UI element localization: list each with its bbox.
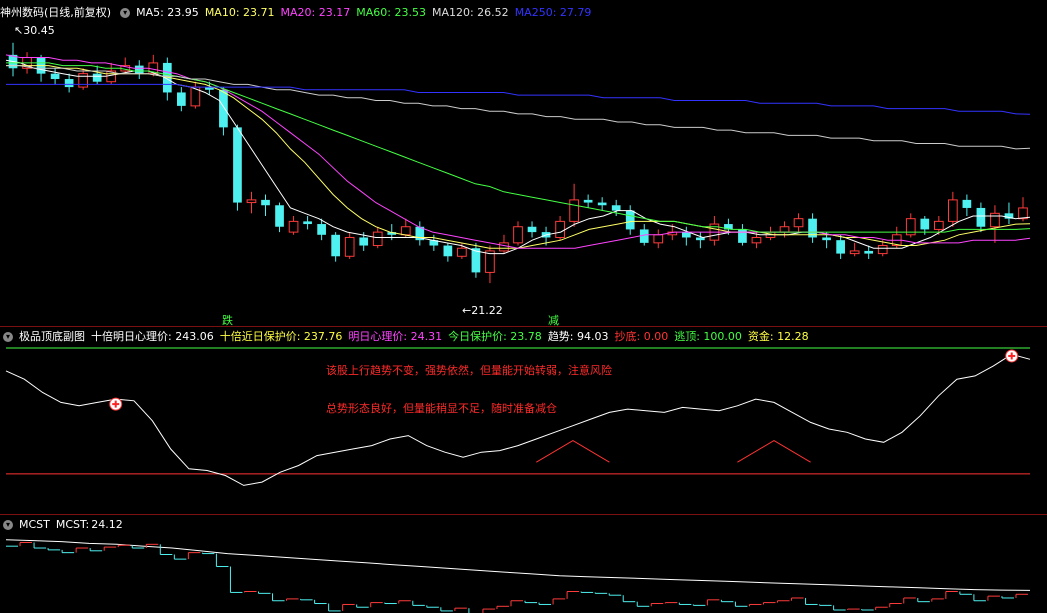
signal-spike <box>737 440 811 463</box>
candle-body <box>597 202 607 206</box>
candle-body <box>527 226 537 233</box>
candle-body <box>443 245 453 257</box>
candle-body <box>485 250 495 273</box>
high-price-label: ↖30.45 <box>14 24 55 37</box>
candle-body <box>359 237 369 246</box>
candle-body <box>400 226 411 236</box>
candle-body <box>78 73 88 88</box>
candle-body <box>303 221 312 225</box>
candle-body <box>751 236 762 244</box>
candle-body <box>583 199 593 203</box>
candle-body <box>275 205 284 227</box>
ma-line <box>6 62 1031 233</box>
candle-body <box>836 240 845 254</box>
candle-body <box>849 250 860 255</box>
candle-body <box>134 65 144 74</box>
ma-line <box>6 83 1031 115</box>
candle-body <box>513 226 523 244</box>
candle-body <box>653 234 664 244</box>
candle-body <box>611 205 621 211</box>
candle-body <box>779 226 790 233</box>
candle-body <box>625 210 635 230</box>
candle-body <box>64 79 74 88</box>
candle-body <box>1018 207 1028 220</box>
candle-body <box>331 234 340 257</box>
candle-body <box>555 220 565 238</box>
trend-line <box>5 353 1031 486</box>
candle-body <box>962 199 972 208</box>
candle-body <box>344 236 355 257</box>
candle-body <box>990 212 1000 228</box>
candle-body <box>864 250 874 254</box>
candle-body <box>246 199 257 204</box>
ma-line <box>6 65 1031 150</box>
candle-body <box>261 199 270 206</box>
candle-body <box>793 218 804 228</box>
candle-body <box>50 73 60 80</box>
signal-spike <box>536 440 610 463</box>
mcst-line <box>5 539 1031 591</box>
ma-line <box>6 65 1031 249</box>
candle-body <box>976 207 986 227</box>
signal-marker: 减 <box>548 314 559 327</box>
low-price-label: ←21.22 <box>462 304 503 317</box>
candle-body <box>569 199 579 222</box>
signal-marker: 跌 <box>222 313 233 327</box>
candle-body <box>372 231 383 247</box>
candle-body <box>499 242 509 252</box>
kline-chart[interactable]: ↖30.45 ←21.22 跌 减 <box>0 0 1047 613</box>
candle-body <box>176 92 186 106</box>
ma-line <box>5 54 1031 249</box>
candle-body <box>92 73 102 82</box>
candle-body <box>457 247 467 257</box>
candle-body <box>738 229 747 243</box>
candle-body <box>933 220 944 230</box>
candle-body <box>877 245 888 255</box>
candle-body <box>233 127 242 203</box>
candle-body <box>317 224 326 235</box>
candle-body <box>948 199 958 222</box>
candle-body <box>288 220 299 233</box>
candle-body <box>681 232 691 238</box>
candle-body <box>920 218 930 230</box>
candle-body <box>219 89 228 128</box>
candle-body <box>822 237 831 241</box>
